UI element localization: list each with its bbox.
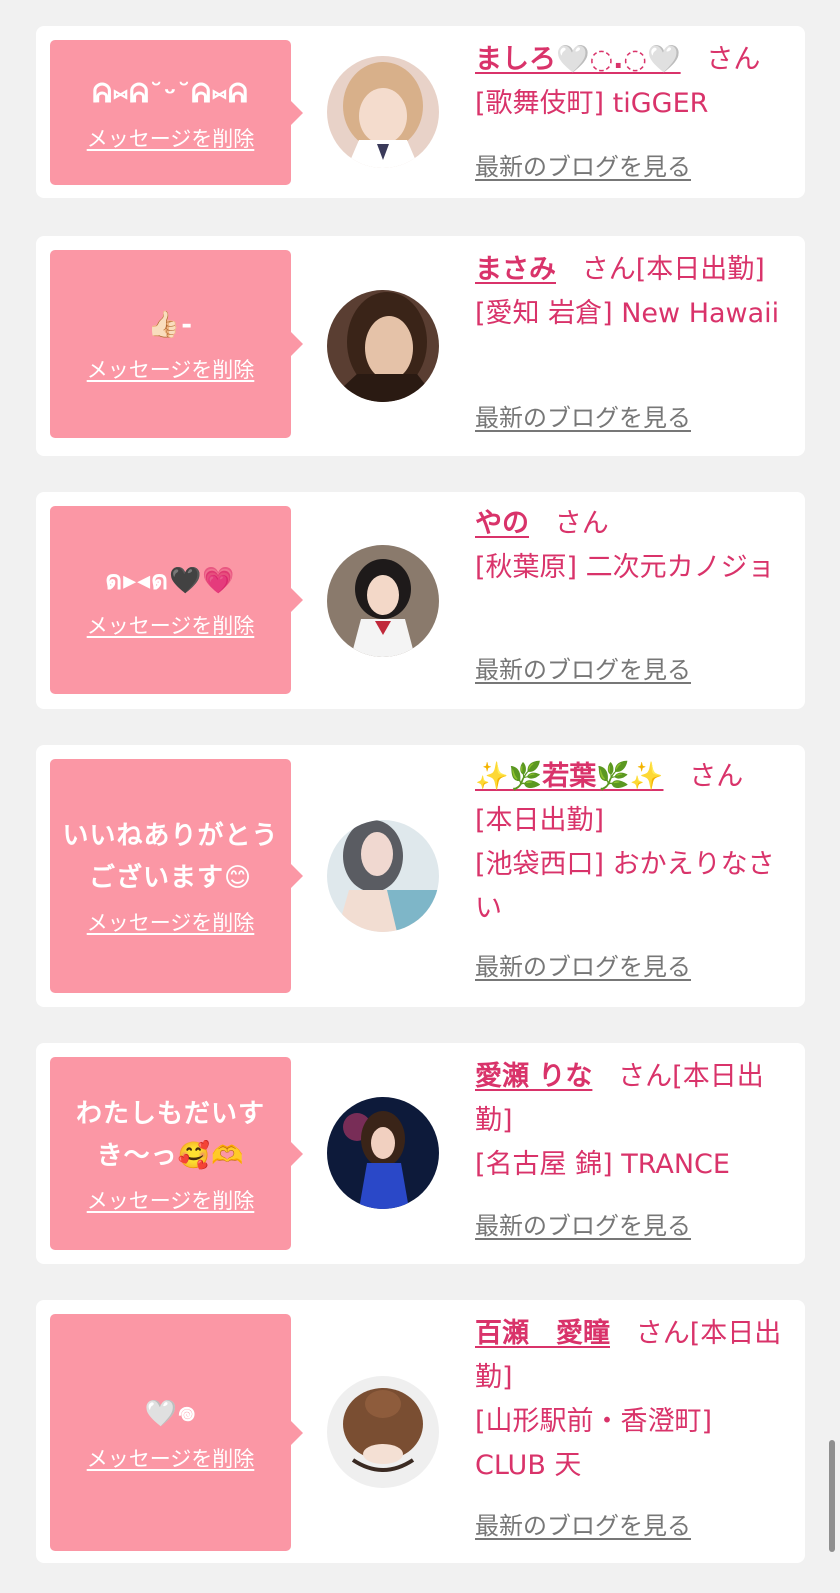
honorific: さん [554,508,609,539]
shop-label: [愛知 岩倉] New Hawaii [475,298,780,329]
girl-photo-avatar-icon [327,56,439,168]
cast-info: 百瀬 愛瞳 さん[本日出勤] [山形駅前・香澄町] CLUB 天 [475,1312,791,1488]
delete-message-link[interactable]: メッセージを削除 [87,123,255,153]
cast-name-link[interactable]: まさみ [475,254,556,285]
girl-photo-avatar-icon [327,545,439,657]
cast-info: やの さん [秋葉原] 二次元カノジョ [475,502,791,590]
avatar[interactable] [327,1376,439,1488]
latest-blog-link[interactable]: 最新のブログを見る [475,398,691,433]
girl-photo-avatar-icon [327,1376,439,1488]
message-card: いいねありがとうございます😊 メッセージを削除 ✨🌿若葉🌿✨ さん [本日出勤]… [36,745,805,1007]
message-text: 🤍𖦹 [144,1398,197,1429]
delete-message-link[interactable]: メッセージを削除 [87,610,255,640]
delete-message-link[interactable]: メッセージを削除 [87,907,255,937]
honorific: さん[本日出勤] [581,254,765,285]
latest-blog-link[interactable]: 最新のブログを見る [475,650,691,685]
message-card: ด▸◂ด🖤💗 メッセージを削除 やの さん [秋葉原] 二次元カノジョ 最新のブ… [36,492,805,709]
shop-label: [秋葉原] 二次元カノジョ [475,552,775,583]
latest-blog-link[interactable]: 最新のブログを見る [475,1506,691,1541]
cast-name-link[interactable]: 愛瀬 りな [475,1061,592,1092]
shop-label: [山形駅前・香澄町] CLUB 天 [475,1406,713,1481]
message-text: 👍🏻- [147,310,194,340]
message-bubble: 🤍𖦹 メッセージを削除 [50,1314,303,1551]
latest-blog-link[interactable]: 最新のブログを見る [475,1206,691,1241]
message-card: ᕱ⑅ᕱ˘ᵕ˘ᕱ⑅ᕱ メッセージを削除 ましろ🤍◌.◌🤍 さん [歌舞伎町] ti… [36,26,805,198]
message-text: ᕱ⑅ᕱ˘ᵕ˘ᕱ⑅ᕱ [92,78,249,109]
delete-message-link[interactable]: メッセージを削除 [87,354,255,384]
message-bubble: わたしもだいすき〜っ🥰🫶 メッセージを削除 [50,1057,303,1250]
shop-label: [名古屋 錦] TRANCE [475,1149,730,1180]
cast-name-link[interactable]: ましろ🤍◌.◌🤍 [475,44,681,75]
message-card: 👍🏻- メッセージを削除 まさみ さん[本日出勤] [愛知 岩倉] New Ha… [36,236,805,456]
avatar[interactable] [327,545,439,657]
scrollbar[interactable] [829,1440,835,1552]
cast-name-link[interactable]: やの [475,508,529,539]
shop-label: [池袋西口] おかえりなさい [475,849,775,924]
cast-name-link[interactable]: ✨🌿若葉🌿✨ [475,761,663,792]
girl-photo-avatar-icon [327,1097,439,1209]
message-card: 🤍𖦹 メッセージを削除 百瀬 愛瞳 さん[本日出勤] [山形駅前・香澄町] CL… [36,1300,805,1563]
message-bubble: ด▸◂ด🖤💗 メッセージを削除 [50,506,303,694]
girl-photo-avatar-icon [327,290,439,402]
girl-photo-avatar-icon [327,820,439,932]
honorific: さん [689,761,744,792]
message-bubble: ᕱ⑅ᕱ˘ᵕ˘ᕱ⑅ᕱ メッセージを削除 [50,40,303,185]
message-text: わたしもだいすき〜っ🥰🫶 [75,1098,265,1171]
avatar[interactable] [327,1097,439,1209]
message-list: ᕱ⑅ᕱ˘ᵕ˘ᕱ⑅ᕱ メッセージを削除 ましろ🤍◌.◌🤍 さん [歌舞伎町] ti… [0,0,840,1593]
message-text: いいねありがとうございます😊 [62,821,279,893]
cast-info: まさみ さん[本日出勤] [愛知 岩倉] New Hawaii [475,248,791,336]
avatar[interactable] [327,290,439,402]
message-bubble: 👍🏻- メッセージを削除 [50,250,303,438]
delete-message-link[interactable]: メッセージを削除 [87,1443,255,1473]
latest-blog-link[interactable]: 最新のブログを見る [475,147,691,182]
avatar[interactable] [327,820,439,932]
cast-info: ましろ🤍◌.◌🤍 さん [歌舞伎町] tiGGER [475,38,791,126]
cast-info: ✨🌿若葉🌿✨ さん [本日出勤] [池袋西口] おかえりなさい [475,755,791,931]
shop-label: [歌舞伎町] tiGGER [475,88,709,119]
work-status-tag: [本日出勤] [475,805,605,836]
message-text: ด▸◂ด🖤💗 [105,566,236,596]
cast-name-link[interactable]: 百瀬 愛瞳 [475,1318,610,1349]
avatar[interactable] [327,56,439,168]
cast-info: 愛瀬 りな さん[本日出勤] [名古屋 錦] TRANCE [475,1055,791,1187]
latest-blog-link[interactable]: 最新のブログを見る [475,947,691,982]
message-card: わたしもだいすき〜っ🥰🫶 メッセージを削除 愛瀬 りな さん[本日出勤] [名古… [36,1043,805,1264]
honorific: さん [706,44,761,75]
message-bubble: いいねありがとうございます😊 メッセージを削除 [50,759,303,993]
delete-message-link[interactable]: メッセージを削除 [87,1185,255,1215]
